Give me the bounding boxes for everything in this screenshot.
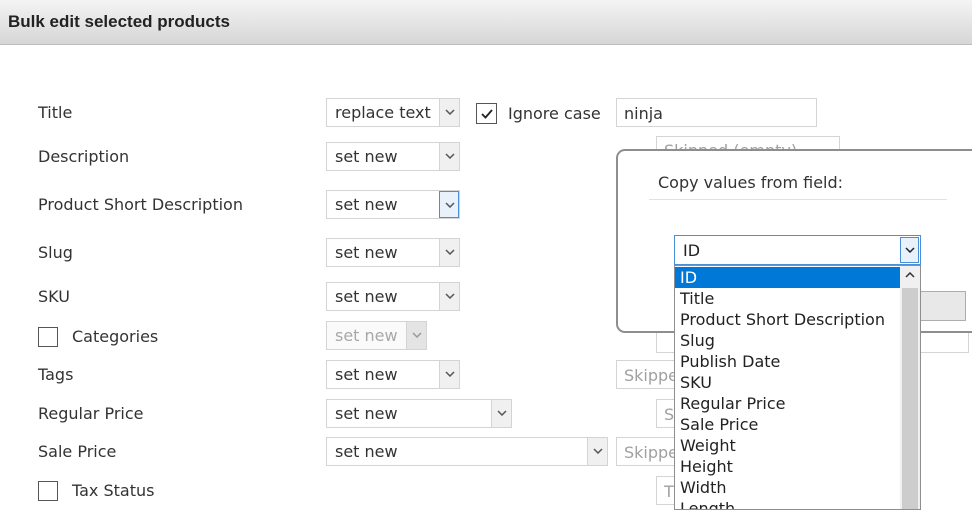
option-width[interactable]: Width: [675, 477, 901, 498]
title-mode-select[interactable]: replace text: [326, 98, 460, 127]
copy-field-options-list: ID Title Product Short Description Slug …: [674, 265, 921, 510]
chevron-down-icon: [406, 322, 426, 349]
sale-price-value-input[interactable]: Skipped: [616, 437, 680, 466]
label-slug: Slug: [38, 243, 73, 262]
select-value: set new: [335, 243, 398, 262]
label-short-description: Product Short Description: [38, 195, 243, 214]
option-length[interactable]: Length: [675, 498, 901, 509]
option-product-short-description[interactable]: Product Short Description: [675, 309, 901, 330]
option-slug[interactable]: Slug: [675, 330, 901, 351]
chevron-down-icon: [439, 143, 459, 170]
chevron-down-icon: [439, 239, 459, 266]
select-value: ID: [683, 241, 701, 260]
scroll-up-button[interactable]: [900, 266, 920, 286]
option-title[interactable]: Title: [675, 288, 901, 309]
tags-value-input[interactable]: Skipped: [616, 360, 680, 389]
option-weight[interactable]: Weight: [675, 435, 901, 456]
option-height[interactable]: Height: [675, 456, 901, 477]
select-value: set new: [335, 404, 398, 423]
chevron-down-icon: [439, 283, 459, 310]
chevron-down-icon: [900, 237, 919, 263]
categories-mode-select[interactable]: set new: [326, 321, 427, 350]
slug-mode-select[interactable]: set new: [326, 238, 460, 267]
option-sku[interactable]: SKU: [675, 372, 901, 393]
page-title: Bulk edit selected products: [8, 12, 230, 31]
tags-mode-select[interactable]: set new: [326, 360, 460, 389]
select-value: set new: [335, 147, 398, 166]
select-value: set new: [335, 365, 398, 384]
chevron-down-icon: [439, 99, 459, 126]
label-sale-price: Sale Price: [38, 442, 117, 461]
label-regular-price: Regular Price: [38, 404, 144, 423]
options-scrollbar[interactable]: [900, 266, 920, 509]
label-tags: Tags: [38, 365, 74, 384]
label-title: Title: [38, 103, 73, 122]
label-tax-status: Tax Status: [72, 481, 155, 500]
regular-price-mode-select[interactable]: set new: [326, 399, 512, 428]
chevron-down-icon: [439, 361, 459, 388]
select-value: set new: [335, 326, 398, 345]
dialog-header: Bulk edit selected products: [0, 0, 972, 45]
select-value: set new: [335, 195, 398, 214]
chevron-down-icon: [439, 191, 459, 218]
option-regular-price[interactable]: Regular Price: [675, 393, 901, 414]
select-value: set new: [335, 442, 398, 461]
label-sku: SKU: [38, 287, 70, 306]
scroll-thumb[interactable]: [902, 288, 918, 509]
tax-status-checkbox[interactable]: [38, 481, 58, 501]
chevron-down-icon: [491, 400, 511, 427]
categories-checkbox[interactable]: [38, 327, 58, 347]
copy-field-select[interactable]: ID: [674, 235, 921, 265]
ignore-case-checkbox[interactable]: [476, 103, 497, 124]
description-mode-select[interactable]: set new: [326, 142, 460, 171]
dialog-title: Copy values from field:: [658, 173, 844, 192]
dialog-divider: [649, 199, 947, 200]
title-search-input[interactable]: ninja: [616, 98, 817, 127]
option-id[interactable]: ID: [675, 267, 901, 288]
sku-mode-select[interactable]: set new: [326, 282, 460, 311]
select-value: replace text: [335, 103, 431, 122]
select-value: set new: [335, 287, 398, 306]
short-description-mode-select[interactable]: set new: [326, 190, 460, 219]
option-sale-price[interactable]: Sale Price: [675, 414, 901, 435]
label-description: Description: [38, 147, 130, 166]
chevron-down-icon: [587, 438, 607, 465]
sale-price-mode-select[interactable]: set new: [326, 437, 608, 466]
check-icon: [481, 109, 493, 119]
option-publish-date[interactable]: Publish Date: [675, 351, 901, 372]
label-categories: Categories: [72, 327, 159, 346]
chevron-up-icon: [905, 272, 915, 278]
ignore-case-label: Ignore case: [508, 104, 601, 123]
